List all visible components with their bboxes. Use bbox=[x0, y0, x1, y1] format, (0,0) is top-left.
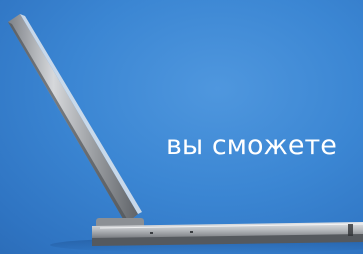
laptop-image bbox=[8, 14, 363, 253]
laptop-base bbox=[92, 222, 363, 246]
caption-text: вы сможете bbox=[166, 130, 337, 161]
laptop-lid bbox=[8, 14, 142, 224]
promo-banner: вы сможете bbox=[0, 0, 363, 254]
